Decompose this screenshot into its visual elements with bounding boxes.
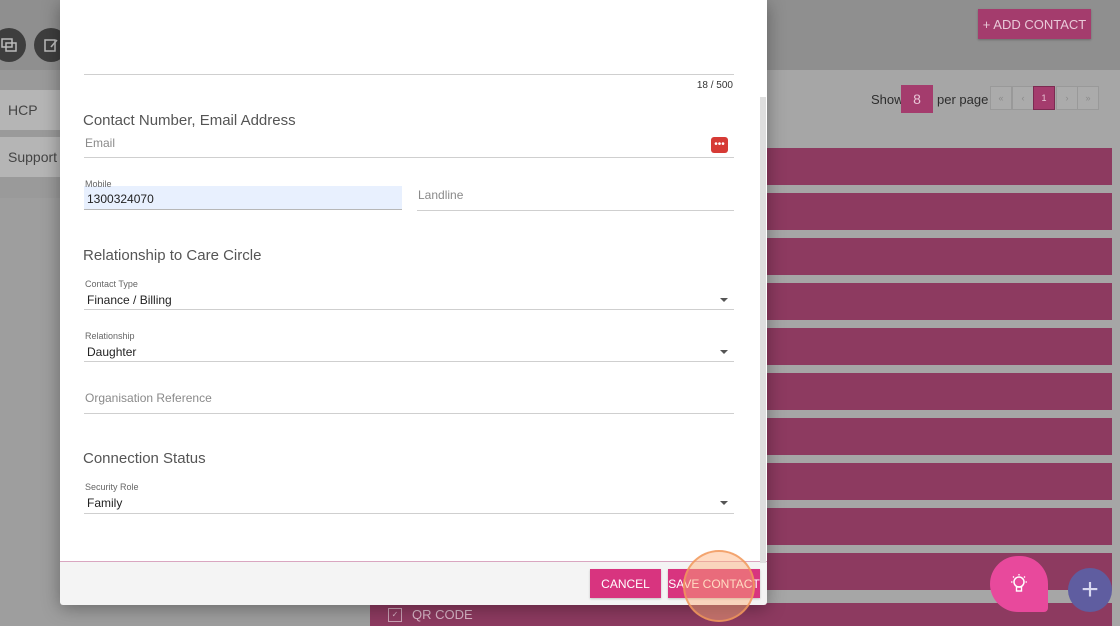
qr-code-label: QR CODE <box>412 607 473 622</box>
list-item[interactable] <box>766 508 1112 545</box>
list-item[interactable] <box>766 283 1112 320</box>
pager-prev-button[interactable]: ‹ <box>1012 86 1034 110</box>
contact-type-value: Finance / Billing <box>87 293 172 307</box>
list-item[interactable] <box>766 193 1112 230</box>
list-item[interactable] <box>766 328 1112 365</box>
pager-last-button[interactable]: » <box>1077 86 1099 110</box>
add-contact-dialog: 18 / 500 Contact Number, Email Address E… <box>60 0 767 605</box>
organisation-reference-underline <box>84 413 734 414</box>
chevron-down-icon <box>720 350 728 354</box>
chevron-down-icon <box>720 298 728 302</box>
pager-per-page-label: per page <box>937 92 989 107</box>
dialog-footer: CANCEL SAVE CONTACT <box>60 561 767 605</box>
list-item[interactable] <box>766 463 1112 500</box>
plus-icon[interactable]: + <box>1068 568 1112 612</box>
mobile-value: 1300324070 <box>87 192 154 206</box>
relationship-value: Daughter <box>87 345 137 359</box>
save-contact-button[interactable]: SAVE CONTACT <box>668 569 760 598</box>
section-title-contact: Contact Number, Email Address <box>83 112 296 129</box>
chevron-down-icon <box>720 501 728 505</box>
security-role-value: Family <box>87 496 123 510</box>
list-item[interactable] <box>766 553 1112 590</box>
side-tab-label: HCP <box>8 102 38 118</box>
landline-underline <box>417 210 734 211</box>
dialog-scrollbar[interactable] <box>760 97 766 563</box>
tips-button[interactable] <box>990 556 1048 612</box>
password-manager-icon[interactable]: ••• <box>711 137 728 153</box>
lightbulb-icon <box>1011 574 1027 592</box>
textarea-underline <box>84 74 734 75</box>
security-role-underline <box>84 513 734 514</box>
mobile-label: Mobile <box>85 179 112 189</box>
email-placeholder: Email <box>85 136 116 150</box>
per-page-select[interactable]: 8 <box>901 85 933 113</box>
contact-type-underline <box>84 309 734 310</box>
contact-type-label: Contact Type <box>85 279 138 289</box>
character-counter: 18 / 500 <box>696 80 733 91</box>
section-title-connection: Connection Status <box>83 450 206 467</box>
relationship-label: Relationship <box>85 331 135 341</box>
add-contact-button[interactable]: + ADD CONTACT <box>978 9 1091 39</box>
email-underline <box>84 157 734 158</box>
list-item[interactable] <box>766 148 1112 185</box>
pager-page-1[interactable]: 1 <box>1033 86 1055 110</box>
security-role-label: Security Role <box>85 482 139 492</box>
list-item[interactable] <box>766 373 1112 410</box>
checkbox-icon[interactable]: ✓ <box>388 607 402 622</box>
organisation-reference-placeholder: Organisation Reference <box>85 391 212 405</box>
cancel-button[interactable]: CANCEL <box>590 569 661 598</box>
list-item[interactable] <box>766 418 1112 455</box>
pager-next-button[interactable]: › <box>1056 86 1078 110</box>
relationship-underline <box>84 361 734 362</box>
landline-placeholder: Landline <box>418 188 464 202</box>
pager-first-button[interactable]: « <box>990 86 1012 110</box>
section-title-relationship: Relationship to Care Circle <box>83 247 262 264</box>
list-item[interactable] <box>766 238 1112 275</box>
pager-show-label: Show <box>871 92 904 107</box>
